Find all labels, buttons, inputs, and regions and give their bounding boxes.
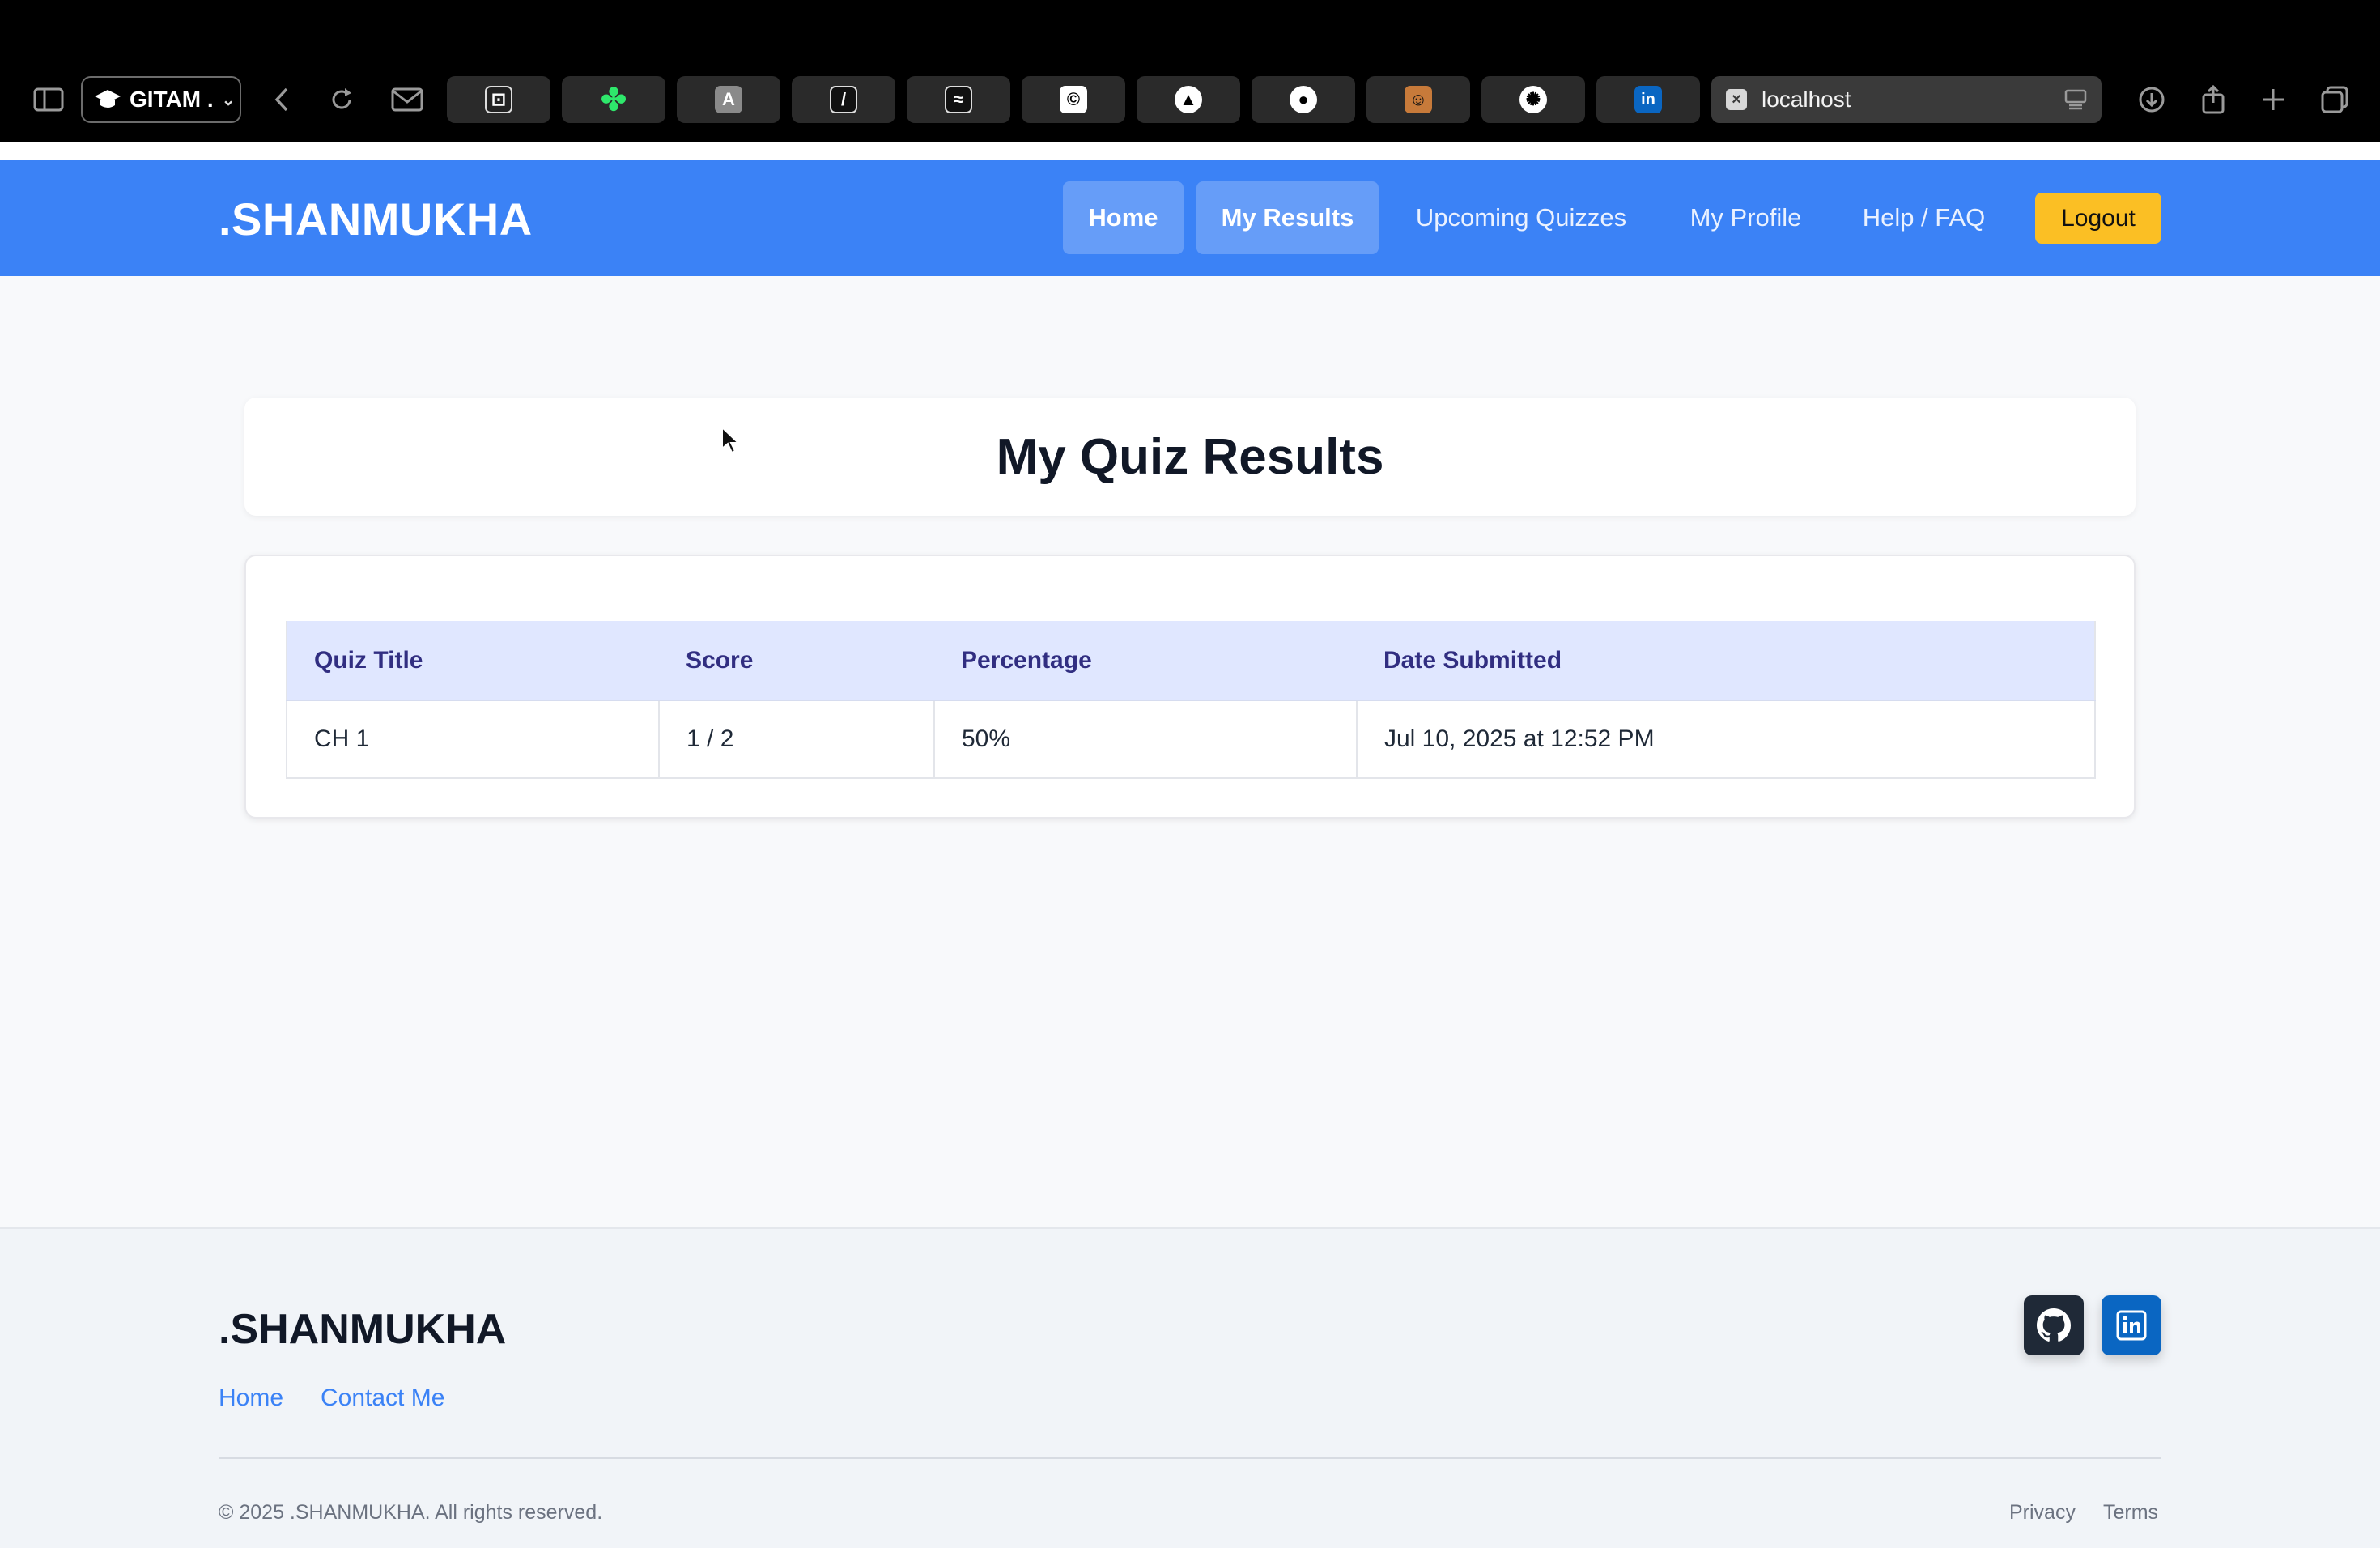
openai-icon: ✺ [1519, 86, 1547, 113]
github-icon: ● [1290, 86, 1317, 113]
footer-contact-link[interactable]: Contact Me [321, 1384, 444, 1412]
close-tab-icon[interactable]: × [1726, 89, 1747, 110]
linkedin-icon [2116, 1310, 2147, 1341]
pinned-tab[interactable]: ☺ [1366, 76, 1470, 123]
cell-score: 1 / 2 [658, 700, 935, 779]
logout-button[interactable]: Logout [2035, 193, 2161, 244]
graduation-cap-icon [95, 90, 121, 108]
page-top-strip [0, 142, 2380, 160]
column-header-date-submitted: Date Submitted [1357, 621, 2096, 701]
sidebar-toggle-icon[interactable] [29, 76, 68, 123]
pinned-tab[interactable]: ✤ [562, 76, 665, 123]
reload-icon[interactable] [324, 76, 359, 123]
chevron-down-icon: ⌄ [221, 91, 236, 109]
reader-icon[interactable] [2064, 89, 2087, 110]
mouse-cursor-icon [721, 426, 740, 454]
pinned-tab[interactable]: © [1022, 76, 1125, 123]
nav-my-profile-link[interactable]: My Profile [1679, 181, 1813, 254]
github-icon [2037, 1308, 2071, 1342]
table-header-row: Quiz Title Score Percentage Date Submitt… [286, 621, 2096, 701]
footer-terms-link[interactable]: Terms [2103, 1501, 2158, 1525]
linkedin-icon: in [1634, 86, 1662, 113]
address-text: localhost [1762, 87, 1851, 112]
page-title: My Quiz Results [996, 428, 1384, 485]
footer-home-link[interactable]: Home [219, 1384, 283, 1412]
anthropic-icon: A [715, 86, 742, 113]
address-bar[interactable]: × localhost [1711, 76, 2102, 123]
column-header-score: Score [659, 621, 934, 701]
footer-brand: .SHANMUKHA [219, 1306, 507, 1353]
share-icon[interactable] [2195, 76, 2231, 123]
linkedin-button[interactable] [2102, 1295, 2161, 1355]
page-title-card: My Quiz Results [244, 398, 2136, 516]
results-table: Quiz Title Score Percentage Date Submitt… [286, 621, 2096, 779]
pinned-tab[interactable]: ✺ [1481, 76, 1585, 123]
footer-privacy-link[interactable]: Privacy [2009, 1501, 2076, 1525]
pinned-tab[interactable]: A [677, 76, 780, 123]
browser-toolbar: GITAM . ⌄ ⊡ ✤ A / ≈ © ▲ ● ☺ ✺ in × local… [0, 0, 2380, 142]
copyright-text: © 2025 .SHANMUKHA. All rights reserved. [219, 1501, 603, 1524]
nav-help-faq-link[interactable]: Help / FAQ [1849, 181, 1999, 254]
table-row: CH 1 1 / 2 50% Jul 10, 2025 at 12:52 PM [286, 700, 2096, 779]
navbar: .SHANMUKHA Home My Results Upcoming Quiz… [0, 160, 2380, 276]
cell-percentage: 50% [933, 700, 1358, 779]
pinned-tab[interactable]: ⊡ [447, 76, 550, 123]
footer: .SHANMUKHA Home Contact Me © 2025 .SHANM… [0, 1227, 2380, 1548]
github-button[interactable] [2024, 1295, 2084, 1355]
triangle-icon: ▲ [1175, 86, 1202, 113]
wave-icon: ≈ [945, 86, 972, 113]
column-header-percentage: Percentage [934, 621, 1357, 701]
nav-upcoming-quizzes-link[interactable]: Upcoming Quizzes [1396, 181, 1647, 254]
nav-my-results-link[interactable]: My Results [1196, 181, 1379, 254]
tab-overview-icon[interactable] [2317, 76, 2352, 123]
tab-group-label: GITAM . [130, 87, 214, 112]
results-card: Quiz Title Score Percentage Date Submitt… [244, 555, 2136, 819]
avatar-icon: ☺ [1405, 86, 1432, 113]
new-tab-icon[interactable] [2255, 76, 2291, 123]
nav-home-link[interactable]: Home [1063, 181, 1184, 254]
slash-icon: / [830, 86, 857, 113]
pinned-tab[interactable]: / [792, 76, 895, 123]
pinned-tab[interactable]: ● [1252, 76, 1355, 123]
tab-box-icon: ⊡ [485, 86, 512, 113]
clover-icon: ✤ [601, 83, 627, 117]
copyright-icon: © [1060, 86, 1087, 113]
back-icon[interactable] [264, 76, 300, 123]
column-header-quiz-title: Quiz Title [286, 621, 659, 701]
cell-date-submitted: Jul 10, 2025 at 12:52 PM [1356, 700, 2096, 779]
mail-icon[interactable] [387, 76, 427, 123]
brand-logo[interactable]: .SHANMUKHA [219, 193, 533, 245]
pinned-tab[interactable]: ≈ [907, 76, 1010, 123]
footer-divider [219, 1457, 2161, 1459]
pinned-tab[interactable]: in [1596, 76, 1700, 123]
download-icon[interactable] [2134, 76, 2170, 123]
cell-quiz-title: CH 1 [286, 700, 660, 779]
pinned-tab[interactable]: ▲ [1137, 76, 1240, 123]
tab-group-selector[interactable]: GITAM . ⌄ [81, 76, 241, 123]
